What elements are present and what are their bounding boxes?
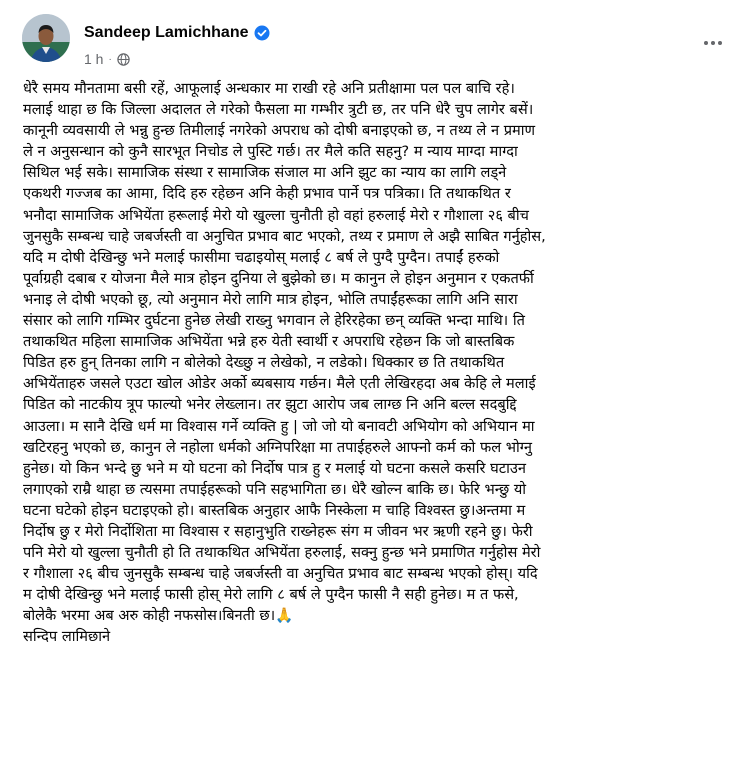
post-line: र गौशाला २६ बीच जुनसुकै सम्बन्ध चाहे जबर…: [23, 565, 538, 583]
facebook-post: Sandeep Lamichhane 1 h · धेरै समय मौनताम…: [0, 0, 755, 759]
post-line: म दोषी देखिन्छु भने मलाई फासी होस् मेरो …: [23, 586, 519, 604]
post-line: घटना घटेको होइन घटाइएको हो। बास्तबिक अनु…: [23, 501, 526, 519]
post-line: पिडित हरु हुन् तिनका लागि न बोलेको देख्छ…: [23, 354, 505, 372]
post-line: मलाई थाहा छ कि जिल्ला अदालत ले गरेको फैस…: [23, 101, 534, 119]
author-name[interactable]: Sandeep Lamichhane: [84, 24, 249, 42]
avatar[interactable]: [22, 14, 70, 62]
post-body: धेरै समय मौनतामा बसी रहें, आफूलाई अन्धका…: [23, 78, 743, 648]
post-meta: 1 h ·: [84, 51, 130, 67]
post-line: भनौदा सामाजिक अभियेंता हरूलाई मेरो यो खु…: [23, 206, 529, 224]
post-line: खटिरहनु भएको छ, कानुन ले नहोला धर्मको अग…: [23, 438, 532, 456]
post-line: संसार को लागि गम्भिर दुर्घटना हुनेछ लेखी…: [23, 312, 525, 330]
post-line: भनाइ ले दोषी भएको छू, त्यो अनुमान मेरो ल…: [23, 290, 518, 308]
post-line: पनि मेरो यो खुल्ला चुनौती हो ति तथाकथित …: [23, 544, 541, 562]
verified-badge-icon: [254, 25, 270, 41]
post-line: पिडित को नाटकीय त्रूप फाल्यो भनेर लेख्ला…: [23, 396, 517, 414]
post-line: बोलेकै भरमा अब अरु कोही नफसोस।बिनती छ।🙏: [23, 607, 294, 625]
post-line: आउला। म सानै देखि धर्म मा विश्वास गर्ने …: [23, 417, 535, 435]
post-line: अभियेंताहरु जसले एउटा खोल ओडेर अर्को ब्य…: [23, 375, 536, 393]
post-line: कानूनी व्यवसायी ले भन्नु हुन्छ तिमीलाई न…: [23, 122, 536, 140]
profile-photo: [22, 14, 70, 62]
globe-icon[interactable]: [117, 52, 130, 66]
more-options-button[interactable]: [699, 29, 727, 57]
more-horizontal-icon: [704, 41, 722, 45]
post-line: जुनसुकै सम्बन्ध चाहे जबर्जस्ती वा अनुचित…: [23, 227, 546, 245]
post-line: सिथिल भई सके। सामाजिक संस्था र सामाजिक स…: [23, 164, 507, 182]
meta-separator: ·: [108, 53, 112, 65]
timestamp[interactable]: 1 h: [84, 51, 103, 67]
post-header: Sandeep Lamichhane 1 h ·: [22, 14, 739, 70]
post-line: धेरै समय मौनतामा बसी रहें, आफूलाई अन्धका…: [23, 80, 515, 97]
post-line: तथाकथित महिला सामाजिक अभियेंता भन्ने हरु…: [23, 333, 515, 351]
post-line: यदि म दोषी देखिन्छु भने मलाई फासीमा चढाइ…: [23, 248, 500, 266]
post-line: हुनेछ। यो किन भन्दे छु भने म यो घटना को …: [23, 459, 527, 477]
post-line: ले न अनुसन्धान को कुनै सारभूत निचोड ले प…: [23, 143, 518, 161]
post-line: निर्दोष छु र मेरो निर्दोशिता मा विश्वास …: [23, 522, 533, 540]
post-line: पूर्वाग्रही दबाब र योजना मैले मात्र होइन…: [23, 269, 534, 287]
author-line: Sandeep Lamichhane: [84, 24, 270, 42]
signature: सन्दिप लामिछाने: [23, 628, 111, 646]
post-line: एकथरी गज्जब का आमा, दिदि हरु रहेछन अनि क…: [23, 185, 511, 203]
post-line: लगाएको राम्रै थाहा छ त्यसमा तपाईहरूको पन…: [23, 480, 527, 498]
